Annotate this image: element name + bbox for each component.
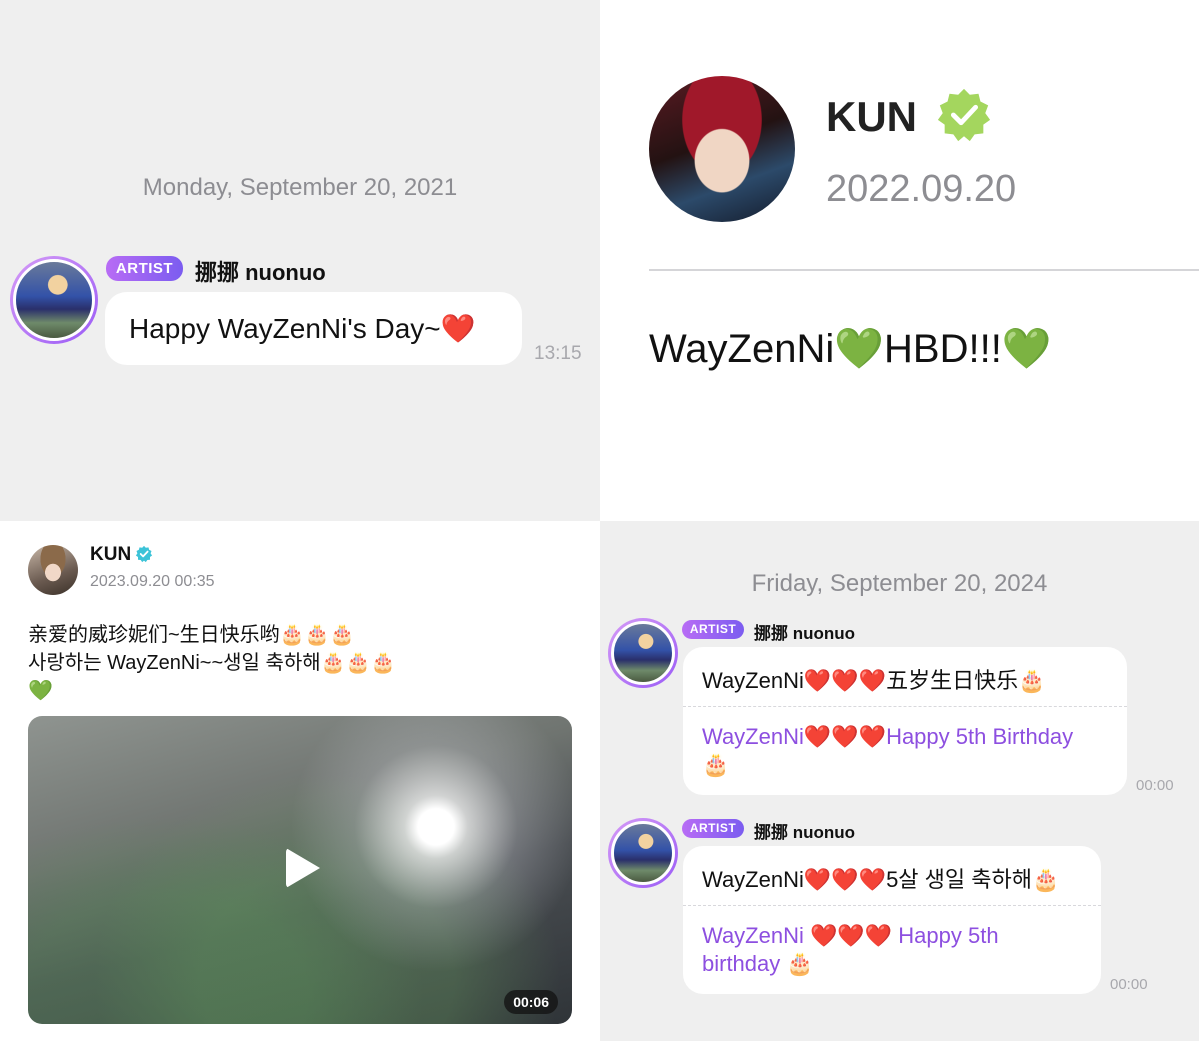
cake-emoji: 🎂 bbox=[786, 951, 814, 976]
heart-emoji: ❤️❤️❤️ bbox=[803, 867, 887, 892]
cake-emoji: 🎂🎂🎂 bbox=[320, 652, 396, 674]
message-time: 13:15 bbox=[534, 343, 582, 364]
chat-panel-2021: Monday, September 20, 2021 ARTIST 挪挪 nuo… bbox=[0, 0, 600, 521]
avatar[interactable] bbox=[649, 76, 795, 222]
sender-name: 挪挪 nuonuo bbox=[754, 624, 856, 643]
cake-emoji: 🎂 bbox=[1031, 867, 1060, 892]
heart-emoji: ❤️ bbox=[440, 313, 476, 344]
divider bbox=[683, 905, 1101, 906]
date-separator: Friday, September 20, 2024 bbox=[751, 570, 1048, 597]
cake-emoji: 🎂 bbox=[1018, 668, 1046, 693]
heart-emoji: ❤️❤️❤️ bbox=[803, 724, 887, 749]
original-text: WayZenNi❤️❤️❤️五岁生日快乐🎂 bbox=[702, 668, 1046, 693]
message-bubble[interactable]: WayZenNi❤️❤️❤️5살 생일 축하해🎂 WayZenNi ❤️❤️❤️… bbox=[683, 846, 1101, 994]
verified-badge-icon bbox=[937, 88, 991, 142]
green-heart-emoji: 💚 bbox=[28, 680, 53, 702]
verified-badge-icon bbox=[135, 545, 153, 563]
green-heart-emoji: 💚 bbox=[1001, 327, 1052, 371]
message-bubble[interactable]: WayZenNi❤️❤️❤️五岁生日快乐🎂 WayZenNi❤️❤️❤️Happ… bbox=[683, 647, 1127, 795]
profile-name: KUN bbox=[826, 93, 917, 140]
post-text: WayZenNi💚HBD!!!💚 bbox=[649, 327, 1052, 371]
sender-name: 挪挪 nuonuo bbox=[754, 823, 856, 842]
post-panel-2023: KUN 2023.09.20 00:35 亲爱的威珍妮们~生日快乐哟🎂🎂🎂 사랑… bbox=[0, 521, 600, 1041]
sender-name: 挪挪 nuonuo bbox=[195, 260, 326, 285]
translated-text: WayZenNi❤️❤️❤️Happy 5th Birthday 🎂 bbox=[702, 724, 1074, 777]
message-time: 00:00 bbox=[1110, 976, 1148, 993]
avatar[interactable] bbox=[608, 618, 678, 688]
profile-name: KUN bbox=[90, 544, 132, 565]
message-bubble[interactable]: Happy WayZenNi's Day~❤️ bbox=[105, 292, 522, 365]
avatar[interactable] bbox=[10, 256, 98, 344]
video-duration: 00:06 bbox=[504, 990, 558, 1014]
chat-panel-2024: Friday, September 20, 2024 ARTIST 挪挪 nuo… bbox=[600, 521, 1199, 1041]
video-player[interactable]: 00:06 bbox=[28, 716, 572, 1024]
original-text: WayZenNi❤️❤️❤️5살 생일 축하해🎂 bbox=[702, 867, 1060, 892]
post-panel-2022: KUN 2022.09.20 WayZenNi💚HBD!!!💚 bbox=[600, 0, 1199, 521]
artist-badge: ARTIST bbox=[106, 256, 183, 281]
divider bbox=[683, 706, 1127, 707]
translated-text: WayZenNi ❤️❤️❤️ Happy 5th birthday 🎂 bbox=[702, 923, 999, 976]
post-text: 亲爱的威珍妮们~生日快乐哟🎂🎂🎂 사랑하는 WayZenNi~~생일 축하해🎂🎂… bbox=[28, 624, 396, 702]
avatar[interactable] bbox=[608, 818, 678, 888]
post-date: 2022.09.20 bbox=[826, 168, 1017, 210]
message-text: Happy WayZenNi's Day~ bbox=[129, 313, 441, 344]
divider bbox=[649, 269, 1199, 271]
post-datetime: 2023.09.20 00:35 bbox=[90, 573, 215, 590]
artist-badge: ARTIST bbox=[682, 819, 744, 838]
cake-emoji: 🎂🎂🎂 bbox=[279, 624, 355, 646]
heart-emoji: ❤️❤️❤️ bbox=[803, 668, 887, 693]
message-time: 00:00 bbox=[1136, 777, 1174, 794]
artist-badge: ARTIST bbox=[682, 620, 744, 639]
date-separator: Monday, September 20, 2021 bbox=[142, 174, 458, 201]
heart-emoji: ❤️❤️❤️ bbox=[809, 923, 893, 948]
avatar[interactable] bbox=[28, 545, 78, 595]
play-icon[interactable] bbox=[286, 848, 320, 888]
cake-emoji: 🎂 bbox=[702, 752, 730, 777]
green-heart-emoji: 💚 bbox=[834, 327, 885, 371]
